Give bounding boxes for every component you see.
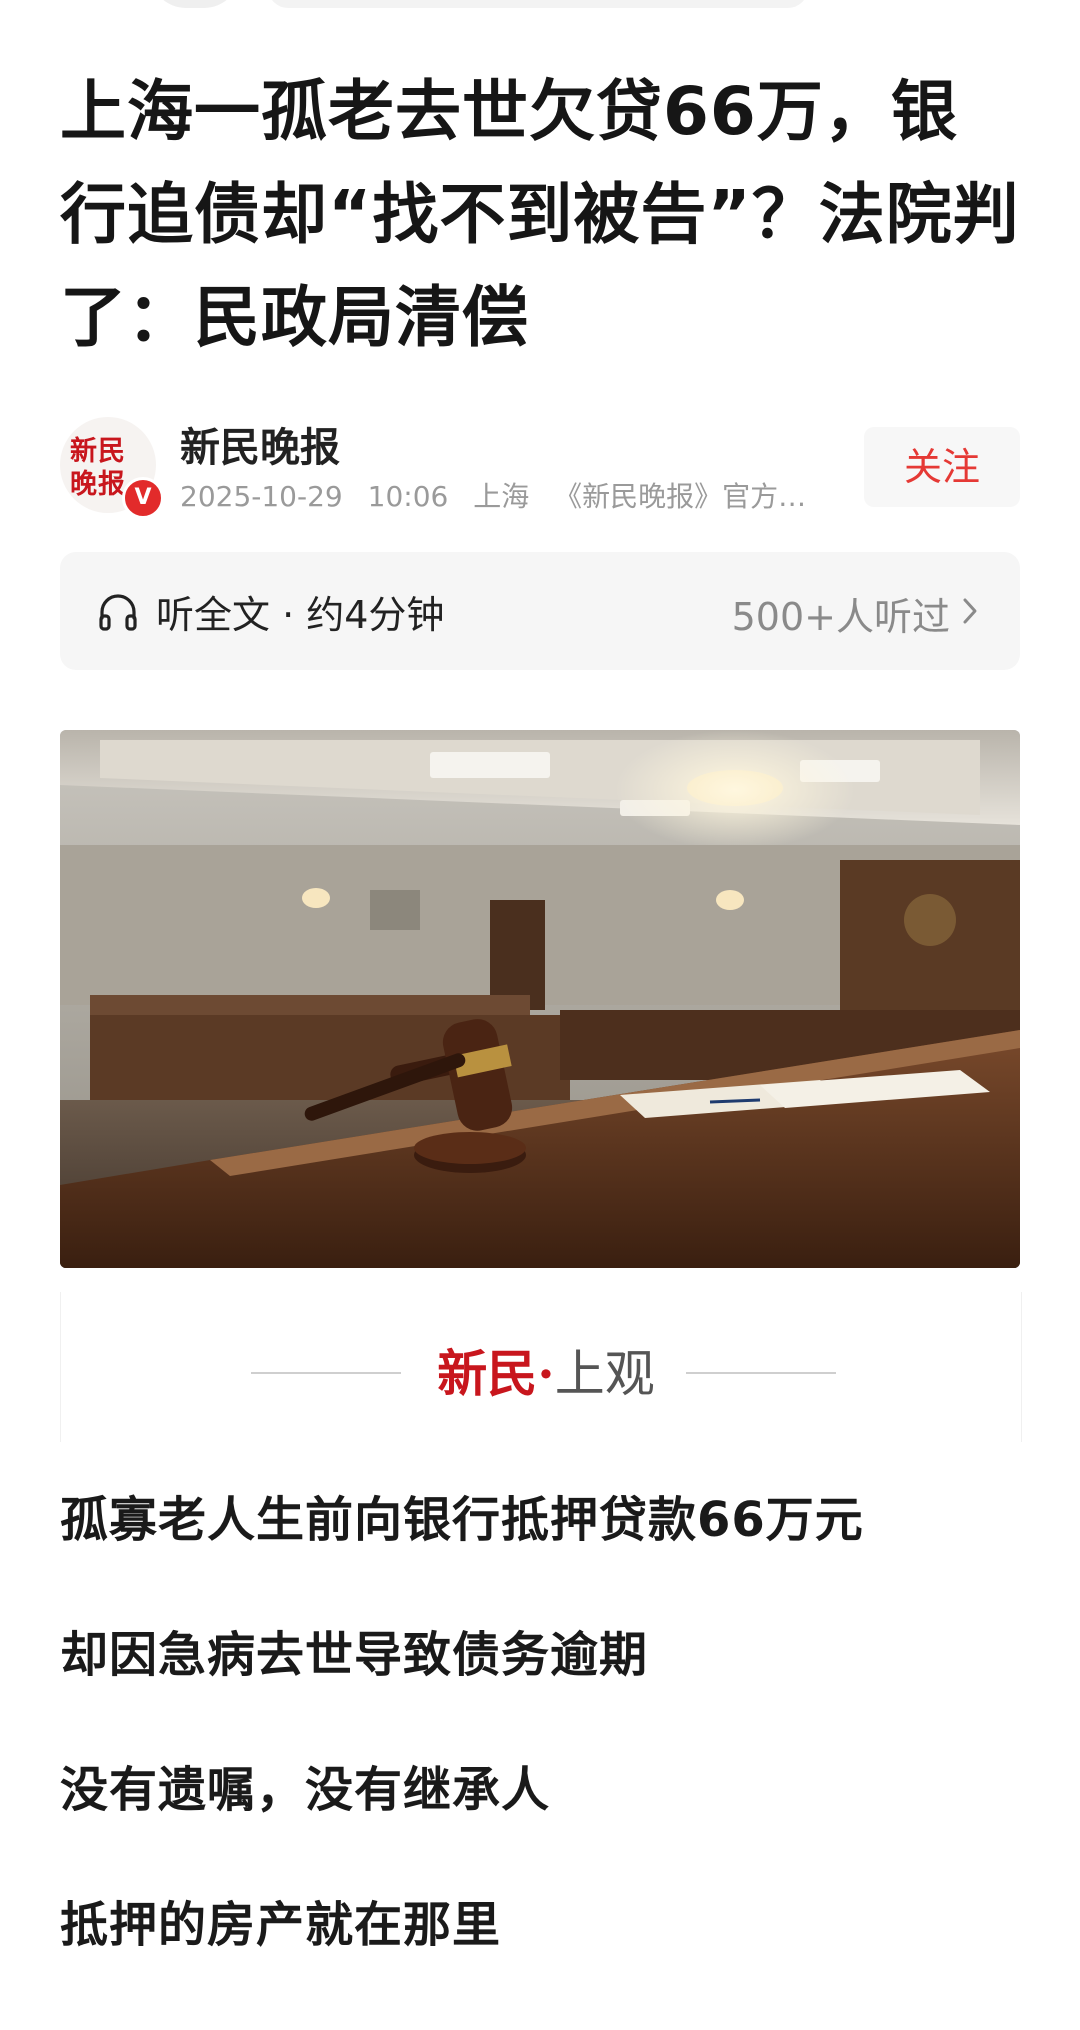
follow-button[interactable]: 关注: [864, 427, 1020, 507]
verified-badge-icon: V: [122, 477, 164, 519]
article-paragraph: 却因急病去世导致债务逾期: [60, 1627, 649, 1683]
article-body: 孤寡老人生前向银行抵押贷款66万元 却因急病去世导致债务逾期 没有遗嘱，没有继承…: [60, 1490, 1020, 2030]
xinmin-shangguan-logo: 新民·上观: [416, 1334, 676, 1406]
article-title: 上海一孤老去世欠贷66万，银行追债却“找不到被告”？法院判了：民政局清偿: [60, 73, 1020, 356]
chevron-right-icon: [963, 598, 977, 624]
listen-full-text-bar[interactable]: 听全文 · 约4分钟 500+人听过: [60, 552, 1020, 670]
headphones-icon: [99, 594, 137, 631]
top-header-stub: [0, 0, 1080, 12]
brand-divider-left: [251, 1372, 401, 1374]
article-paragraph: 孤寡老人生前向银行抵押贷款66万元: [60, 1492, 864, 1548]
publish-time: 10:06: [367, 480, 449, 513]
brand-logo-dot: ·: [537, 1344, 555, 1403]
author-meta: 2025-10-29 10:06 上海 《新民晚报》官方…: [180, 475, 880, 515]
listen-count: 500+人听过: [731, 595, 950, 639]
brand-logo-red: 新民: [437, 1344, 538, 1403]
article-hero-image[interactable]: [60, 730, 1020, 1268]
author-row: 新民晚报 V 新民晚报 2025-10-29 10:06 上海 《新民晚报》官方…: [60, 415, 1020, 525]
author-description: 《新民晚报》官方…: [554, 480, 807, 513]
courtroom-gavel-illustration: [60, 730, 1020, 1268]
brand-band: 新民·上观: [60, 1292, 1022, 1442]
publish-date: 2025-10-29: [180, 480, 343, 513]
brand-divider-right: [686, 1372, 836, 1374]
listen-label: 听全文 · 约4分钟: [156, 593, 445, 637]
author-name[interactable]: 新民晚报: [180, 415, 340, 473]
brand-logo-gray: 上观: [554, 1345, 655, 1403]
publish-location: 上海: [473, 480, 530, 513]
article-paragraph: 没有遗嘱，没有继承人: [60, 1762, 551, 1818]
header-search-bar[interactable]: [268, 0, 808, 8]
header-avatar[interactable]: [150, 0, 240, 8]
